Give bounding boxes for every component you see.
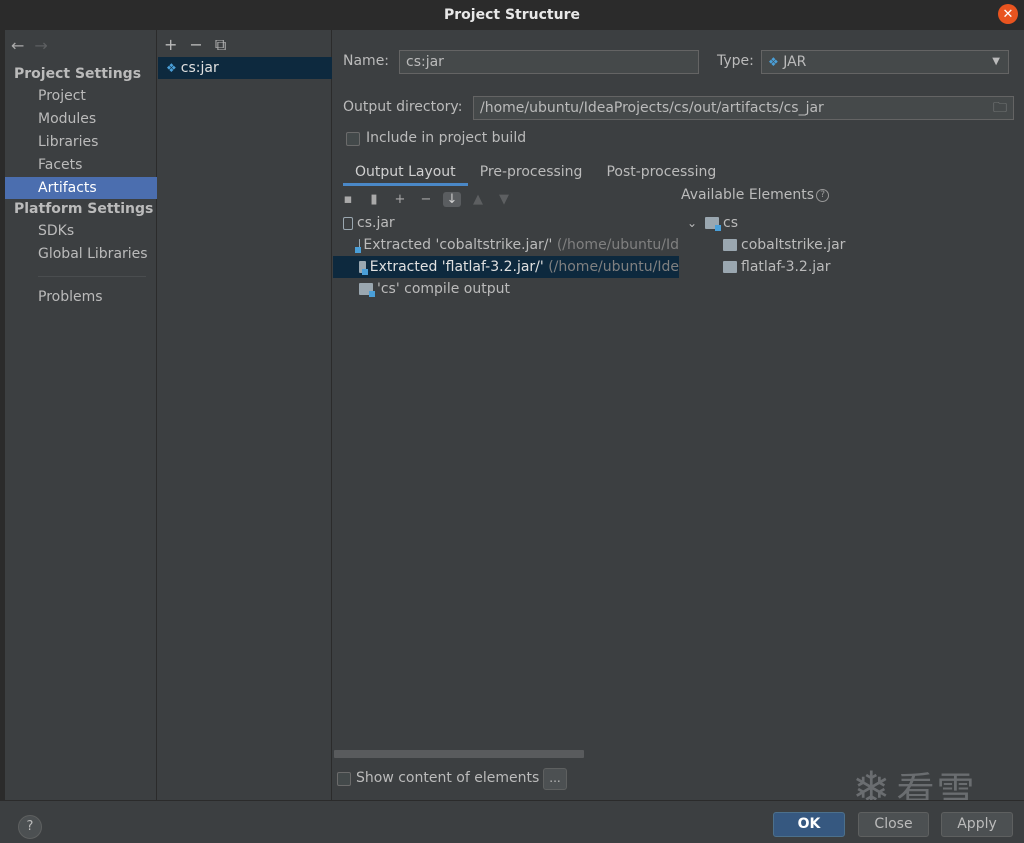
available-row-cs[interactable]: ⌄ cs [687, 212, 1017, 234]
artifact-item[interactable]: ❖ cs:jar [158, 57, 332, 79]
copy-icon[interactable]: ⧉ [215, 35, 226, 55]
tree-row-label: cs.jar [357, 215, 395, 231]
help-icon[interactable]: ? [816, 188, 830, 202]
available-elements-title: Available Elements? [681, 187, 830, 203]
available-row-flatlaf[interactable]: flatlaf-3.2.jar [723, 256, 1017, 278]
add-element-icon[interactable]: + [391, 192, 409, 207]
layout-toolbar: ▪ ▮ + − ↓ ▲ ▼ [333, 187, 679, 211]
new-archive-icon[interactable]: ▮ [365, 192, 383, 207]
artifact-detail-panel: Name: cs:jar Type: ❖ JAR ▼ Output direct… [333, 30, 1024, 800]
tree-row-compile-output[interactable]: 'cs' compile output [333, 278, 679, 300]
available-row-cobaltstrike[interactable]: cobaltstrike.jar [723, 234, 1017, 256]
ok-button[interactable]: OK [773, 812, 845, 837]
available-row-label: flatlaf-3.2.jar [741, 259, 831, 275]
platform-settings-header: Platform Settings [14, 201, 154, 217]
artifact-item-label: cs:jar [180, 60, 219, 76]
sidebar-item-global-libraries[interactable]: Global Libraries [5, 243, 157, 265]
sidebar-item-libraries[interactable]: Libraries [5, 131, 157, 153]
settings-sidebar: ← → Project Settings Project Modules Lib… [5, 30, 157, 800]
apply-button[interactable]: Apply [941, 812, 1013, 837]
close-button[interactable]: Close [858, 812, 929, 837]
tree-row-path: (/home/ubuntu/Id [556, 237, 679, 253]
available-elements-label: Available Elements [681, 187, 815, 203]
title-bar: Project Structure ✕ [0, 0, 1024, 30]
forward-arrow-icon[interactable]: → [34, 36, 47, 55]
show-content-checkbox[interactable] [337, 772, 351, 786]
tab-post-processing[interactable]: Post-processing [594, 160, 728, 186]
sidebar-item-project[interactable]: Project [5, 85, 157, 107]
sidebar-item-artifacts[interactable]: Artifacts [5, 177, 157, 199]
library-folder-icon [723, 239, 737, 251]
close-icon[interactable]: ✕ [998, 4, 1018, 24]
sidebar-divider [38, 276, 146, 277]
include-in-build-checkbox[interactable] [346, 132, 360, 146]
tree-row-extracted-cobaltstrike[interactable]: Extracted 'cobaltstrike.jar/' (/home/ubu… [333, 234, 679, 256]
new-directory-icon[interactable]: ▪ [339, 192, 357, 207]
library-folder-icon [723, 261, 737, 273]
tree-row-cs-jar[interactable]: cs.jar [333, 212, 679, 234]
output-directory-value: /home/ubuntu/IdeaProjects/cs/out/artifac… [480, 100, 824, 116]
chevron-down-icon[interactable]: ⌄ [687, 212, 705, 234]
tree-row-extracted-flatlaf[interactable]: Extracted 'flatlaf-3.2.jar/' (/home/ubun… [333, 256, 679, 278]
move-up-icon[interactable]: ▲ [469, 192, 487, 207]
jar-icon [343, 216, 353, 230]
output-directory-label: Output directory: [343, 99, 463, 115]
tab-output-layout[interactable]: Output Layout [343, 160, 468, 186]
tab-pre-processing[interactable]: Pre-processing [468, 160, 595, 186]
type-select-value: JAR [783, 54, 807, 70]
project-settings-header: Project Settings [14, 66, 142, 82]
tree-row-label: Extracted 'cobaltstrike.jar/' [363, 237, 553, 253]
output-directory-field[interactable]: /home/ubuntu/IdeaProjects/cs/out/artifac… [473, 96, 1014, 120]
remove-icon[interactable]: − [189, 35, 202, 55]
sidebar-item-problems[interactable]: Problems [5, 286, 157, 308]
type-select[interactable]: ❖ JAR ▼ [761, 50, 1009, 74]
jar-type-icon: ❖ [768, 55, 779, 69]
artifact-list-panel: + − ⧉ ❖ cs:jar [158, 30, 332, 800]
layout-tabs: Output Layout Pre-processing Post-proces… [343, 160, 728, 186]
name-label: Name: [343, 53, 390, 69]
show-content-options-button[interactable]: ... [543, 768, 567, 790]
remove-element-icon[interactable]: − [417, 192, 435, 207]
module-icon [705, 217, 721, 231]
tree-row-label: Extracted 'flatlaf-3.2.jar/' [369, 259, 544, 275]
name-field[interactable]: cs:jar [399, 50, 699, 74]
sidebar-item-modules[interactable]: Modules [5, 108, 157, 130]
sort-icon[interactable]: ↓ [443, 191, 461, 207]
folder-browse-icon[interactable]: 🗀 [993, 97, 1007, 119]
window-title: Project Structure [444, 7, 580, 23]
back-arrow-icon[interactable]: ← [11, 36, 24, 55]
tree-row-path: (/home/ubuntu/Ide [548, 259, 679, 275]
dialog-button-bar: ? OK Close Apply [0, 800, 1024, 843]
chevron-down-icon: ▼ [992, 56, 1000, 67]
show-content-label: Show content of elements [356, 770, 540, 786]
sidebar-item-sdks[interactable]: SDKs [5, 220, 157, 242]
tree-row-label: 'cs' compile output [377, 281, 510, 297]
available-row-label: cobaltstrike.jar [741, 237, 846, 253]
nav-arrows: ← → [11, 36, 48, 55]
add-icon[interactable]: + [164, 35, 177, 55]
type-label: Type: [717, 53, 754, 69]
horizontal-scrollbar[interactable] [334, 750, 584, 758]
available-row-label: cs [723, 215, 738, 231]
sidebar-item-facets[interactable]: Facets [5, 154, 157, 176]
artifact-toolbar: + − ⧉ [164, 35, 226, 55]
help-button[interactable]: ? [18, 815, 42, 839]
module-output-icon [359, 283, 375, 297]
extracted-archive-icon [359, 261, 368, 275]
include-in-build-label: Include in project build [366, 130, 527, 146]
jar-artifact-icon: ❖ [166, 61, 177, 75]
move-down-icon[interactable]: ▼ [495, 192, 513, 207]
